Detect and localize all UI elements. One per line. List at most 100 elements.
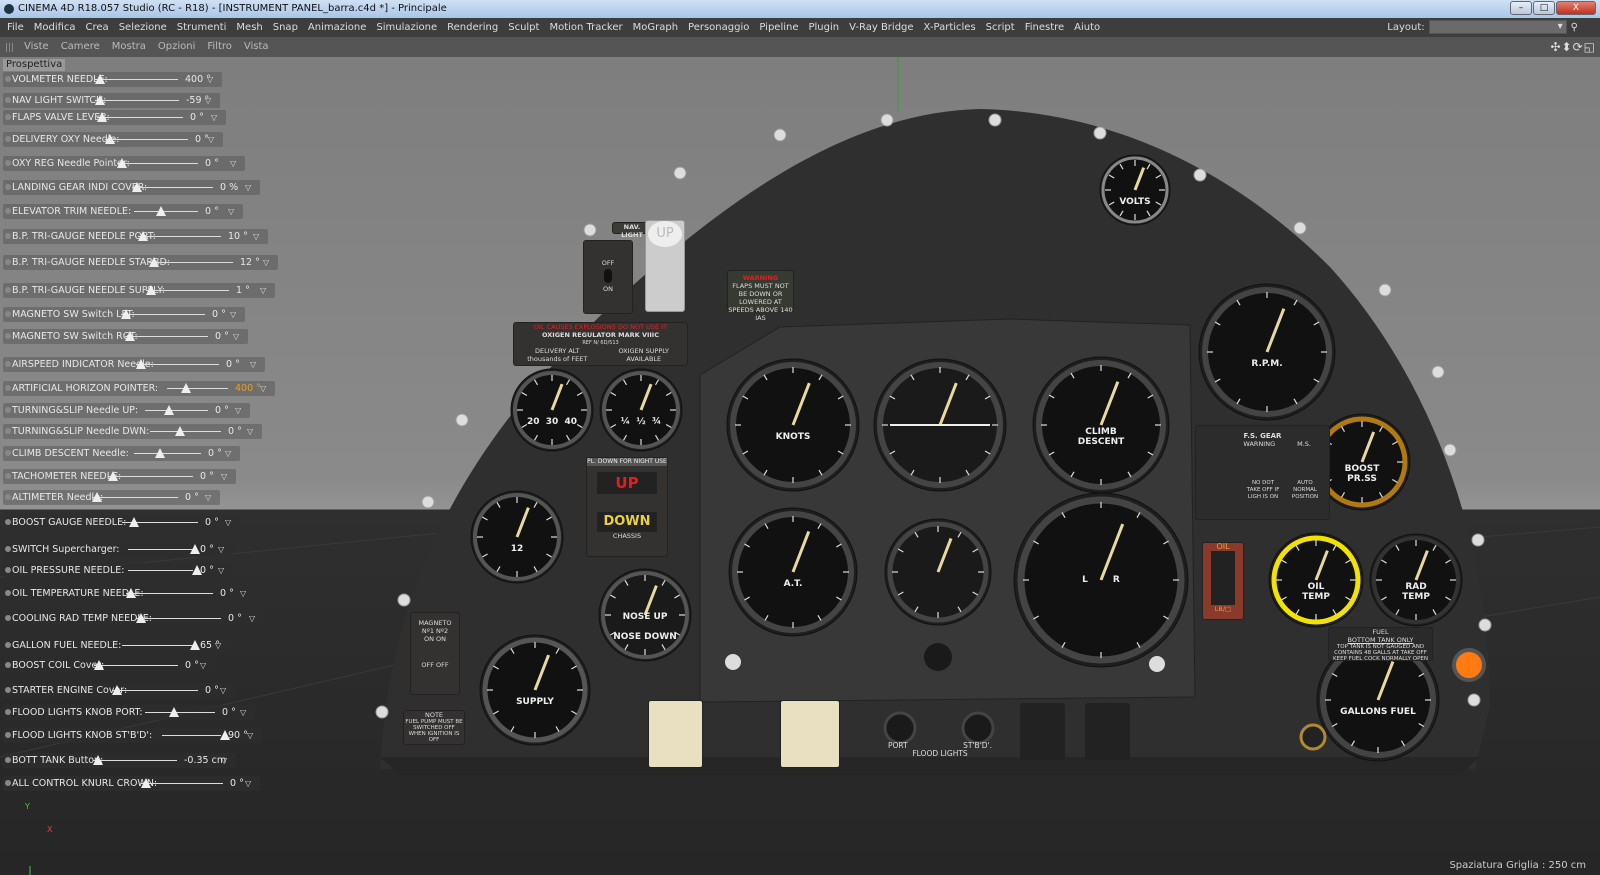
grip-handle-icon[interactable] [6,43,15,52]
supply-gauge-label: ¼ ½ ¾ [620,417,662,427]
delivery-gauge-label: 20 30 40 [526,417,578,427]
panel-screw [1378,283,1392,297]
warning-title: WARNING [742,274,779,282]
maximize-button[interactable]: □ [1533,1,1555,15]
flaps-lever-up-label: UP [648,221,682,247]
brake-gauge-label: SUPPLY [516,697,554,707]
menu-v-ray-bridge[interactable]: V-Ray Bridge [849,18,913,37]
view-menu-camere[interactable]: Camere [61,37,100,57]
oil-pressure-bottom: LB/□ [1214,605,1232,613]
viewport-nav-icons[interactable]: ✣⬍⟳◱ [1550,40,1596,54]
menu-sculpt[interactable]: Sculpt [508,18,539,37]
fuel-note-text: TOP TANK IS NOT GAUGED AND CONTAINS 48 G… [1333,644,1428,662]
note-text: FUEL PUMP MUST BE SWITCHED OFF WHEN IGNI… [405,719,463,743]
panel-screw [583,223,597,237]
viewport[interactable]: Prospettiva VOLMETER NEEDLE: 400 ° ▽ NAV… [0,57,1600,875]
menu-plugin[interactable]: Plugin [809,18,840,37]
menu-finestre[interactable]: Finestre [1025,18,1064,37]
fs-gear-light-note: NO DOT TAKE OFF IF LIGH IS ON [1246,480,1280,500]
starter-switch-left [1020,703,1065,760]
fs-gear-warning: WARNING [1243,440,1276,448]
nav-light-switch-plate: OFF ON [583,240,633,314]
view-menu-vista[interactable]: Vista [244,37,269,57]
magneto-numbers: Nº1 Nº2 [421,627,449,635]
fuel-gauge-label: GALLONS FUEL [1340,707,1416,717]
menu-mograph[interactable]: MoGraph [633,18,678,37]
menu-animazione[interactable]: Animazione [308,18,366,37]
menu-snap[interactable]: Snap [273,18,298,37]
menu-simulazione[interactable]: Simulazione [376,18,437,37]
title-bar: CINEMA 4D R18.057 Studio (RC - R18) - [I… [0,0,1600,18]
toggle-switch-icon[interactable] [604,269,612,283]
panel-screw [1471,533,1485,547]
turn-slip-gauge-label: L R [1082,575,1120,585]
layout-selector: Layout: ⚲ [1387,19,1578,35]
flood-lights-labels: PORT ST'B'D'. FLOOD LIGHTS [880,742,1000,766]
flood-light-knob-port [883,711,917,745]
menu-x-particles[interactable]: X-Particles [924,18,976,37]
panel-screw [1093,126,1107,140]
panel-light-fixture [1149,656,1165,672]
panel-screw [1467,693,1481,707]
fuel-pressure-warning-lamp [1452,648,1486,682]
clock-gauge-label: 12 [510,544,524,554]
search-icon[interactable]: ⚲ [1571,20,1578,35]
menu-mesh[interactable]: Mesh [236,18,262,37]
oil-pressure-gauge: OIL LB/□ [1202,542,1244,620]
nav-light-on-label: ON [603,285,613,293]
view-menu-filtro[interactable]: Filtro [207,37,232,57]
panel-screw [375,705,389,719]
menu-strumenti[interactable]: Strumenti [177,18,227,37]
volts-gauge-label: VOLTS [1119,197,1151,207]
panel-screw [988,113,1002,127]
fuel-note-sub: BOTTOM TANK ONLY [1347,636,1414,644]
panel-screw [1478,618,1492,632]
view-menu-mostra[interactable]: Mostra [112,37,146,57]
panel-screw [1193,168,1207,182]
menu-selezione[interactable]: Selezione [119,18,167,37]
rpm-gauge-label: R.P.M. [1251,359,1283,369]
warning-text: FLAPS MUST NOT BE DOWN OR LOWERED AT SPE… [728,282,793,322]
minimize-button[interactable]: – [1510,1,1532,15]
menu-rendering[interactable]: Rendering [447,18,498,37]
viewport-menu-bar: Viste Camere Mostra Opzioni Filtro Vista [0,37,1600,57]
fuel-note-title: FUEL [1372,628,1389,636]
nav-light-off-label: OFF [601,259,615,267]
oxygen-ref: REF N/ 6D/513 [582,340,619,346]
view-menu-opzioni[interactable]: Opzioni [158,37,195,57]
close-button[interactable]: X [1556,1,1596,15]
altimeter-gauge-label: A.T. [783,579,803,589]
axis-y-label: Y [25,802,30,811]
panel-screw [880,113,894,127]
flaps-warning-placard: WARNING FLAPS MUST NOT BE DOWN OR LOWERED… [727,270,794,322]
panel-knob [924,643,952,671]
instrument-card-right [780,700,840,768]
grid-spacing-status: Spaziatura Griglia : 250 cm [1449,860,1586,871]
layout-dropdown[interactable] [1428,19,1567,34]
menu-file[interactable]: File [7,18,24,37]
oxygen-delivery-label: DELIVERY ALT thousands of FEET [527,347,588,363]
panel-light-fixture [725,654,741,670]
menu-personaggio[interactable]: Personaggio [688,18,749,37]
panel-screw [673,166,687,180]
airspeed-gauge-label: KNOTS [775,432,811,442]
flood-lights-title: FLOOD LIGHTS [912,749,968,758]
menu-aiuto[interactable]: Aiuto [1074,18,1100,37]
starter-switch-right [1085,703,1130,760]
menu-motion-tracker[interactable]: Motion Tracker [549,18,622,37]
climb-gauge-label: CLIMB DESCENT [1077,427,1125,447]
fs-gear-panel: F.S. GEAR WARNING M.S. NO DOT TAKE OFF IF L… [1195,425,1330,520]
gear-down-label: DOWN [597,512,657,532]
view-menu-viste[interactable]: Viste [24,37,49,57]
menu-pipeline[interactable]: Pipeline [759,18,798,37]
layout-label: Layout: [1387,22,1425,33]
menu-script[interactable]: Script [986,18,1015,37]
panel-screw [455,413,469,427]
gear-up-label: UP [597,472,657,494]
fs-gear-title: F.S. GEAR [1243,432,1282,440]
menu-crea[interactable]: Crea [86,18,109,37]
menu-modifica[interactable]: Modifica [34,18,76,37]
flood-port-label: PORT [888,741,908,750]
axis-gizmo [29,866,31,875]
rad-temp-gauge-label: RAD TEMP [1402,582,1430,602]
